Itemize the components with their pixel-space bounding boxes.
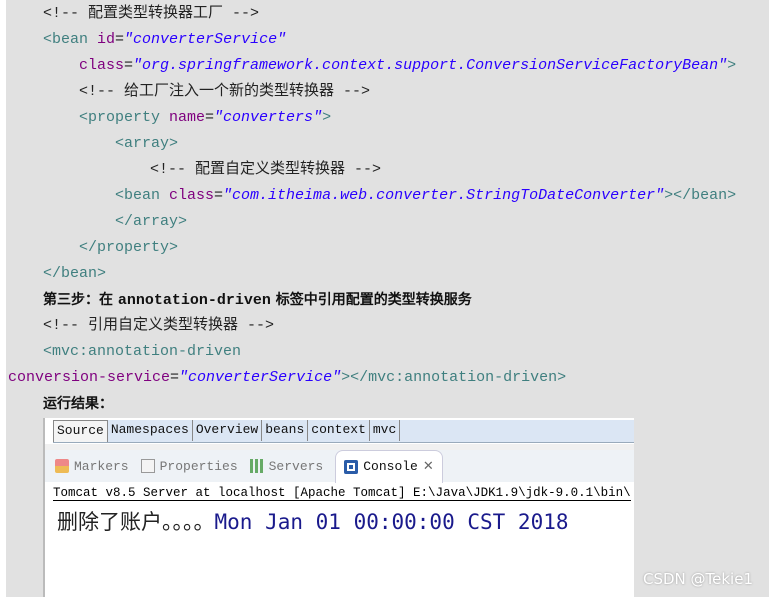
value: "converters" <box>214 109 323 126</box>
result-label: 运行结果： <box>43 396 113 412</box>
value: "org.springframework.context.support.Con… <box>133 57 728 74</box>
tab-context[interactable]: context <box>308 420 370 441</box>
comment-line: <!-- 给工厂注入一个新的类型转换器 --> <box>79 83 371 100</box>
tab-label: Console <box>363 459 418 474</box>
ide-screenshot: Source Namespaces Overview beans context… <box>43 418 634 597</box>
comment-line: <!-- 配置类型转换器工厂 --> <box>43 5 260 22</box>
output-date: Mon Jan 01 00:00:00 CST 2018 <box>214 510 569 534</box>
attribute: class <box>79 57 125 74</box>
tab-namespaces[interactable]: Namespaces <box>108 420 193 441</box>
code-line-array: <array> <box>115 135 179 152</box>
tag: ></bean> <box>664 187 737 204</box>
watermark: CSDN @Tekie1 <box>642 570 753 588</box>
comment-line: <!-- 配置自定义类型转换器 --> <box>150 161 382 178</box>
step-text: 标签中引用配置的类型转换服务 <box>270 292 472 308</box>
properties-icon <box>140 459 155 473</box>
tab-console[interactable]: Console ✕ <box>335 449 443 483</box>
tag: <property <box>79 109 170 126</box>
view-tabs: Markers Properties Servers Console ✕ <box>45 449 634 483</box>
tab-beans[interactable]: beans <box>262 420 309 441</box>
attribute: class <box>169 187 215 204</box>
equals: = <box>115 31 125 48</box>
equals: = <box>170 369 180 386</box>
console-output: 删除了账户。。。。Mon Jan 01 00:00:00 CST 2018 <box>57 506 569 536</box>
comment-line: <!-- 引用自定义类型转换器 --> <box>43 317 275 334</box>
tab-mvc[interactable]: mvc <box>370 420 401 441</box>
step-code: annotation-driven <box>117 292 271 309</box>
code-line-property-close: </property> <box>79 239 179 256</box>
markers-icon <box>55 459 69 473</box>
code-line-conversion-service: conversion-service="converterService"></… <box>8 369 566 387</box>
tab-properties[interactable]: Properties <box>140 458 238 474</box>
tab-label: Servers <box>268 458 324 474</box>
tab-markers[interactable]: Markers <box>55 459 129 474</box>
tag: <bean <box>115 187 170 204</box>
tag: > <box>322 109 332 126</box>
tab-servers[interactable]: Servers <box>249 458 324 474</box>
value: "converterService" <box>124 31 287 48</box>
attribute: conversion-service <box>8 369 171 386</box>
step-heading: 第三步：在 annotation-driven 标签中引用配置的类型转换服务 <box>43 291 472 310</box>
code-line-bean-close: </bean> <box>43 265 107 282</box>
tab-label: Markers <box>74 458 129 474</box>
equals: = <box>205 109 215 126</box>
editor-tabs: Source Namespaces Overview beans context… <box>53 420 634 443</box>
servers-icon <box>249 459 264 473</box>
code-line-array-close: </array> <box>115 213 188 230</box>
console-header: Tomcat v8.5 Server at localhost [Apache … <box>53 486 631 501</box>
equals: = <box>124 57 134 74</box>
console-icon <box>344 459 359 474</box>
value: "com.itheima.web.converter.StringToDateC… <box>223 187 665 204</box>
code-line-property: <property name="converters"> <box>79 109 331 127</box>
attribute: id <box>97 31 116 48</box>
tab-label: Properties <box>159 458 238 474</box>
equals: = <box>214 187 224 204</box>
tag: ></mvc:annotation-driven> <box>341 369 567 386</box>
tab-source[interactable]: Source <box>53 420 108 442</box>
tag: > <box>727 57 737 74</box>
code-line-mvc: <mvc:annotation-driven <box>43 343 242 360</box>
tab-overview[interactable]: Overview <box>193 420 263 441</box>
output-cn: 删除了账户。。。。 <box>57 510 215 534</box>
value: "converterService" <box>179 369 342 386</box>
step-text: 第三步：在 <box>43 292 118 308</box>
code-line-class: class="org.springframework.context.suppo… <box>79 57 736 75</box>
close-icon[interactable]: ✕ <box>423 459 434 474</box>
code-line-bean: <bean id="converterService" <box>43 31 286 49</box>
attribute: name <box>169 109 206 126</box>
tag: <bean <box>43 31 98 48</box>
code-line-bean-converter: <bean class="com.itheima.web.converter.S… <box>115 187 736 205</box>
